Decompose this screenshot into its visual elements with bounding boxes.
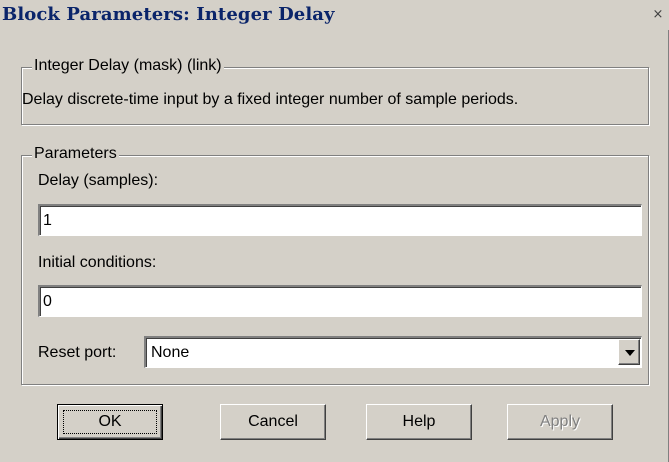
cancel-button-label: Cancel [248,413,298,430]
cancel-button[interactable]: Cancel [220,404,326,440]
delay-input[interactable]: 1 [38,204,642,236]
apply-button-label: Apply [539,413,581,430]
reset-port-label: Reset port: [38,344,117,361]
focus-rectangle [63,410,157,434]
delay-label: Delay (samples): [38,172,159,189]
initial-conditions-label: Initial conditions: [38,254,157,271]
block-description: Delay discrete-time input by a fixed int… [22,91,519,108]
help-button[interactable]: Help [366,404,472,440]
initial-conditions-input[interactable]: 0 [38,285,642,317]
close-icon[interactable]: × [651,8,665,22]
title-bar[interactable]: Block Parameters: Integer Delay × [0,0,669,30]
parameters-group-legend: Parameters [32,145,119,163]
parameters-group: Parameters Delay (samples): 1 Initial co… [21,145,649,385]
reset-port-value: None [151,344,190,361]
dialog-window: Block Parameters: Integer Delay × Intege… [0,0,669,462]
reset-port-select[interactable]: None [144,336,642,368]
chevron-down-icon[interactable] [618,339,640,365]
apply-button[interactable]: Apply [507,404,613,440]
description-group-legend: Integer Delay (mask) (link) [32,57,224,75]
window-title: Block Parameters: Integer Delay [2,4,335,25]
help-button-label: Help [402,413,436,430]
description-group: Integer Delay (mask) (link) Delay discre… [21,57,649,125]
ok-button[interactable]: OK [57,404,163,440]
